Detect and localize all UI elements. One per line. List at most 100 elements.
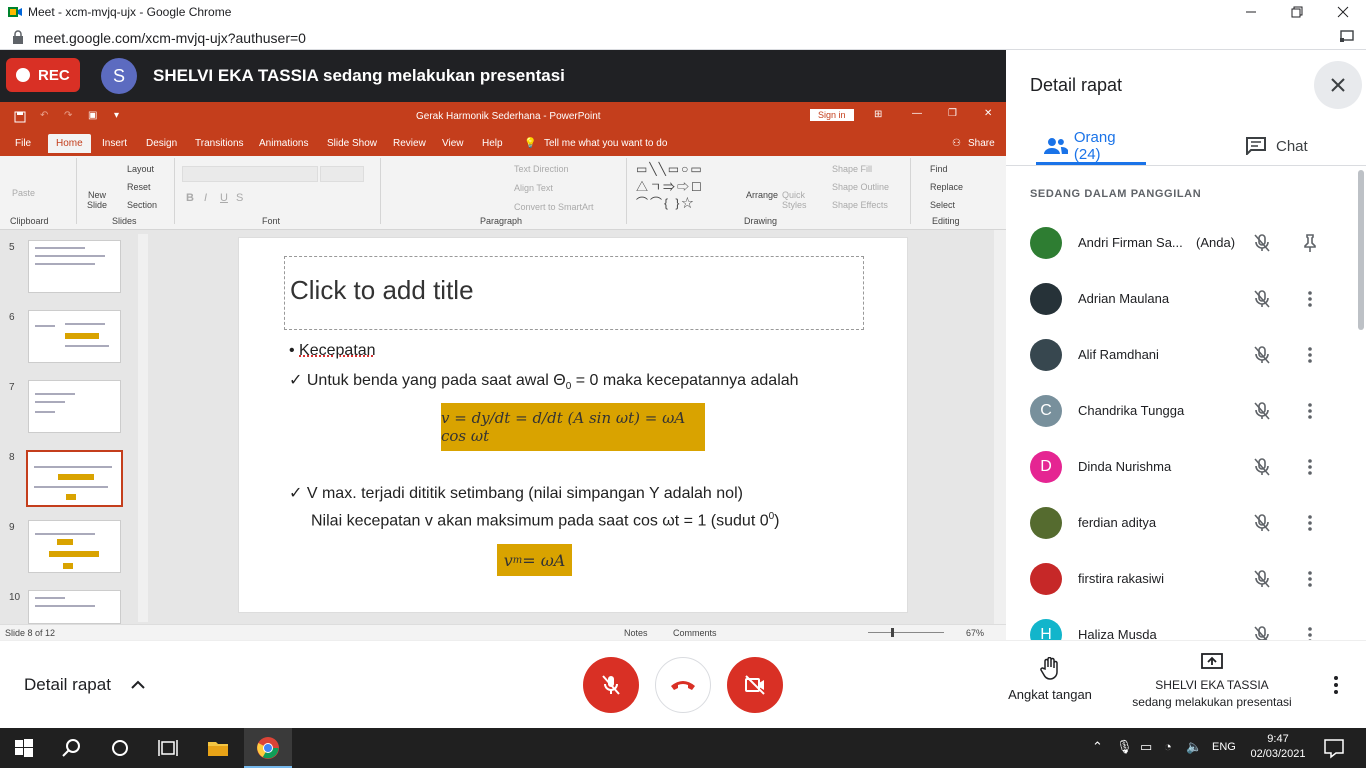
shape-outline-button[interactable]: Shape Outline — [832, 182, 889, 192]
tell-me-search[interactable]: Tell me what you want to do — [544, 138, 667, 149]
zoom-slider[interactable] — [868, 632, 944, 633]
tab-animations[interactable]: Animations — [259, 138, 308, 149]
slide-thumbnail-6[interactable] — [28, 310, 121, 363]
zoom-slider-thumb[interactable] — [891, 628, 894, 637]
participant-row[interactable]: Alif Ramdhani — [1006, 327, 1356, 383]
notes-button[interactable]: Notes — [624, 628, 648, 638]
shadow-icon[interactable]: S — [236, 192, 243, 204]
shape-effects-button[interactable]: Shape Effects — [832, 200, 888, 210]
participant-more-icon[interactable] — [1300, 289, 1320, 309]
tab-people[interactable]: Orang (24) — [1044, 128, 1146, 164]
mic-muted-icon[interactable] — [1252, 569, 1272, 589]
bold-icon[interactable]: B — [186, 192, 194, 204]
ribbon-display-icon[interactable]: ⊞ — [874, 109, 882, 120]
tab-review[interactable]: Review — [393, 138, 426, 149]
mic-muted-icon[interactable] — [1252, 513, 1272, 533]
tab-view[interactable]: View — [442, 138, 464, 149]
arrange-button[interactable]: Arrange — [746, 190, 778, 200]
presentation-status[interactable]: SHELVI EKA TASSIA sedang melakukan prese… — [1120, 653, 1304, 711]
paste-button[interactable]: Paste — [12, 188, 35, 198]
mic-muted-icon[interactable] — [1252, 457, 1272, 477]
tab-transitions[interactable]: Transitions — [195, 138, 244, 149]
battery-icon[interactable]: ▭ — [1140, 739, 1152, 755]
tab-insert[interactable]: Insert — [102, 138, 127, 149]
leave-call-button[interactable] — [655, 657, 711, 713]
tab-slide-show[interactable]: Slide Show — [327, 138, 377, 149]
restore-button[interactable] — [1274, 0, 1320, 24]
file-explorer-icon[interactable] — [206, 736, 230, 760]
tray-chevron-icon[interactable]: ⌃ — [1092, 739, 1103, 755]
mic-muted-icon[interactable] — [1252, 345, 1272, 365]
convert-smartart-button[interactable]: Convert to SmartArt — [514, 202, 594, 212]
slide-scrollbar[interactable] — [994, 230, 1006, 624]
tab-chat[interactable]: Chat — [1246, 128, 1326, 164]
address-bar[interactable]: meet.google.com/xcm-mvjq-ujx?authuser=0 — [0, 24, 1366, 50]
slide-canvas[interactable]: Click to add title • Kecepatan ✓ Untuk b… — [238, 237, 908, 613]
panel-scrollbar[interactable] — [1358, 170, 1364, 330]
participant-more-icon[interactable] — [1300, 401, 1320, 421]
cortana-icon[interactable] — [108, 736, 132, 760]
task-view-icon[interactable] — [156, 736, 180, 760]
replace-button[interactable]: Replace — [930, 182, 963, 192]
new-slide-button[interactable]: New Slide — [84, 190, 110, 210]
input-language[interactable]: ENG — [1212, 741, 1236, 753]
participant-row[interactable]: Adrian Maulana — [1006, 271, 1356, 327]
italic-icon[interactable]: I — [204, 192, 207, 204]
sign-in-button[interactable]: Sign in — [810, 109, 854, 121]
shapes-gallery-row2[interactable]: △ㄱ⇒⇨☐ — [636, 178, 704, 195]
shape-fill-button[interactable]: Shape Fill — [832, 164, 872, 174]
participant-row[interactable]: ferdian aditya — [1006, 495, 1356, 551]
network-icon[interactable]: ◔ — [1164, 739, 1172, 754]
pin-icon[interactable] — [1300, 233, 1320, 253]
shapes-gallery-row3[interactable]: ⌒⌒{ }☆ — [636, 194, 695, 211]
align-text-button[interactable]: Align Text — [514, 183, 553, 193]
search-icon[interactable] — [60, 736, 84, 760]
microphone-toggle-button[interactable] — [583, 657, 639, 713]
comments-button[interactable]: Comments — [673, 628, 717, 638]
tab-design[interactable]: Design — [146, 138, 177, 149]
tab-home[interactable]: Home — [48, 134, 91, 153]
quick-styles-button[interactable]: Quick Styles — [782, 190, 808, 210]
chevron-up-icon[interactable] — [130, 677, 146, 693]
participant-more-icon[interactable] — [1300, 513, 1320, 533]
tab-help[interactable]: Help — [482, 138, 503, 149]
mic-muted-icon[interactable] — [1252, 401, 1272, 421]
title-placeholder[interactable]: Click to add title — [284, 256, 864, 330]
participant-row[interactable]: firstira rakasiwi — [1006, 551, 1356, 607]
text-direction-button[interactable]: Text Direction — [514, 164, 569, 174]
shapes-gallery[interactable]: ▭╲╲▭○▭ — [636, 162, 704, 176]
participant-more-icon[interactable] — [1300, 457, 1320, 477]
slide-thumbnail-5[interactable] — [28, 240, 121, 293]
slide-thumbnail-10[interactable] — [28, 590, 121, 624]
participant-more-icon[interactable] — [1300, 569, 1320, 589]
participant-row[interactable]: C Chandrika Tungga — [1006, 383, 1356, 439]
more-options-icon[interactable] — [1326, 675, 1346, 695]
windows-start-icon[interactable] — [12, 736, 36, 760]
select-button[interactable]: Select — [930, 200, 955, 210]
close-panel-button[interactable] — [1314, 61, 1362, 109]
pp-minimize-icon[interactable]: — — [912, 108, 922, 119]
url-text[interactable]: meet.google.com/xcm-mvjq-ujx?authuser=0 — [34, 30, 306, 46]
share-button[interactable]: Share — [968, 138, 995, 149]
chrome-taskbar-button[interactable] — [244, 728, 292, 768]
slide-thumbnail-7[interactable] — [28, 380, 121, 433]
mic-muted-icon[interactable] — [1252, 233, 1272, 253]
close-window-button[interactable] — [1320, 0, 1366, 24]
camera-toggle-button[interactable] — [727, 657, 783, 713]
meeting-details-button[interactable]: Detail rapat — [24, 675, 111, 695]
minimize-button[interactable] — [1228, 0, 1274, 24]
cast-icon[interactable] — [1340, 30, 1354, 42]
volume-icon[interactable]: 🔈 — [1186, 739, 1202, 755]
microphone-tray-icon[interactable]: 🎙 — [1116, 739, 1133, 755]
find-button[interactable]: Find — [930, 164, 948, 174]
font-name-box[interactable] — [182, 166, 318, 182]
slide-thumbnail-9[interactable] — [28, 520, 121, 573]
thumbnail-scrollbar[interactable] — [138, 234, 148, 622]
pp-restore-icon[interactable]: ❐ — [948, 108, 957, 119]
raise-hand-button[interactable]: Angkat tangan — [1000, 655, 1100, 702]
section-button[interactable]: Section — [127, 200, 157, 210]
pp-close-icon[interactable]: ✕ — [984, 108, 992, 119]
participant-row[interactable]: D Dinda Nurishma — [1006, 439, 1356, 495]
zoom-level[interactable]: 67% — [966, 628, 984, 638]
font-size-box[interactable] — [320, 166, 364, 182]
